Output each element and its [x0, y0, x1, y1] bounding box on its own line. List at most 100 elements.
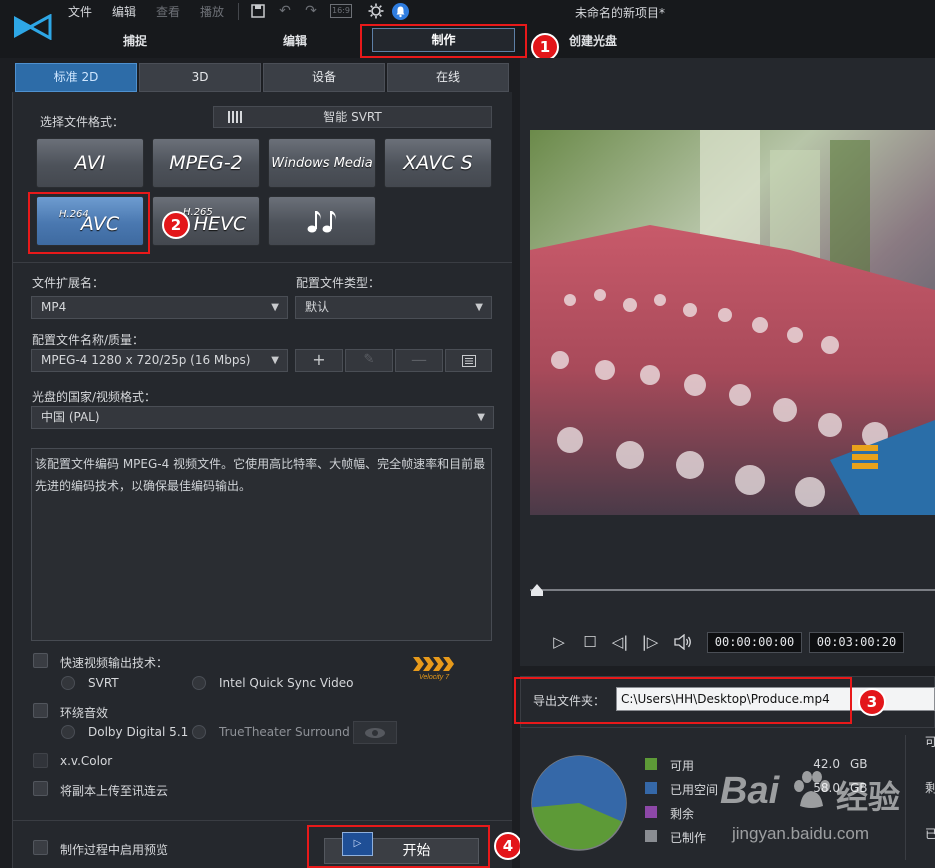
highlight-export-folder — [514, 677, 852, 724]
disk-right-label-1: 可 — [925, 735, 935, 749]
svrt-film-icon — [228, 111, 244, 123]
legend-swatch-available — [645, 758, 657, 770]
profile-quality-value: MPEG-4 1280 x 720/25p (16 Mbps) — [41, 353, 251, 367]
surround-checkbox[interactable] — [33, 703, 48, 718]
format-mpeg2-label: MPEG-2 — [169, 152, 243, 174]
section-divider — [12, 262, 512, 263]
profile-type-value: 默认 — [305, 300, 330, 314]
format-xavcs-label: XAVC S — [403, 152, 473, 174]
paw-logo-icon — [794, 771, 830, 808]
watermark-brand: Bai — [720, 770, 780, 812]
stop-icon[interactable]: ☐ — [580, 632, 600, 652]
format-audio-button[interactable] — [268, 196, 376, 246]
watermark-brand-cn: 经验 — [836, 778, 901, 816]
legend-swatch-remaining — [645, 806, 657, 818]
highlight-start-button — [307, 825, 490, 868]
tab-edit[interactable]: 编辑 — [265, 32, 325, 49]
baidu-watermark: Bai 经验 jingyan.baidu.com — [720, 762, 935, 868]
surround-label: 环绕音效 — [60, 706, 109, 720]
dropdown-arrow-icon: ▼ — [271, 302, 279, 313]
profile-quality-select[interactable]: MPEG-4 1280 x 720/25p (16 Mbps) ▼ — [31, 349, 288, 372]
velocity-logo-icon: Velocity 7 — [413, 657, 454, 681]
format-mpeg2-button[interactable]: MPEG-2 — [152, 138, 260, 188]
total-timecode: 00:03:00:20 — [809, 632, 904, 653]
edit-profile-pencil-icon[interactable]: ✎ — [345, 349, 393, 372]
current-timecode: 00:00:00:00 — [707, 632, 802, 653]
prev-frame-icon[interactable]: ◁| — [610, 632, 630, 652]
disc-country-value: 中国 (PAL) — [41, 410, 100, 424]
tab-online[interactable]: 在线 — [387, 63, 509, 92]
format-xavcs-button[interactable]: XAVC S — [384, 138, 492, 188]
fast-render-label: 快速视频输出技术： — [60, 656, 169, 670]
timeline-track[interactable] — [530, 589, 935, 591]
tab-standard-2d[interactable]: 标准 2D — [15, 63, 137, 92]
add-profile-plus-icon[interactable]: + — [295, 349, 343, 372]
disc-country-select[interactable]: 中国 (PAL) ▼ — [31, 406, 494, 429]
upload-cloud-checkbox[interactable] — [33, 781, 48, 796]
legend-remaining-label: 剩余 — [670, 807, 695, 821]
enable-preview-label: 制作过程中启用预览 — [60, 843, 169, 857]
step-badge-3: 3 — [858, 688, 886, 716]
play-icon[interactable]: ▷ — [549, 632, 569, 652]
xvcolor-checkbox[interactable] — [33, 753, 48, 768]
legend-available-label: 可用 — [670, 759, 695, 773]
file-extension-select[interactable]: MP4 ▼ — [31, 296, 288, 319]
legend-swatch-used — [645, 782, 657, 794]
format-avi-button[interactable]: AVI — [36, 138, 144, 188]
format-wmv-button[interactable]: Windows Media — [268, 138, 376, 188]
upload-cloud-label: 将副本上传至讯连云 — [60, 784, 169, 798]
file-extension-label: 文件扩展名： — [32, 276, 105, 290]
volume-icon[interactable] — [673, 632, 693, 652]
format-avi-label: AVI — [74, 152, 106, 174]
profile-description: 该配置文件编码 MPEG-4 视频文件。它使用高比特率、大帧幅、完全帧速率和目前… — [31, 448, 492, 641]
surround-settings-button[interactable] — [353, 721, 397, 744]
intel-qsv-radio[interactable] — [192, 676, 206, 690]
tab-create-disc[interactable]: 创建光盘 — [568, 32, 618, 49]
velocity-label: Velocity 7 — [419, 674, 450, 681]
intel-qsv-label: Intel Quick Sync Video — [219, 676, 354, 690]
video-preview-image — [530, 130, 935, 515]
music-notes-icon — [307, 211, 336, 233]
legend-produced-label: 已制作 — [670, 831, 707, 845]
tab-3d[interactable]: 3D — [139, 63, 261, 92]
file-extension-value: MP4 — [41, 300, 67, 314]
profile-type-select[interactable]: 默认 ▼ — [295, 296, 492, 319]
disk-usage-pie-chart — [531, 755, 627, 851]
format-select-label: 选择文件格式： — [40, 115, 125, 129]
step-badge-4: 4 — [494, 832, 522, 860]
highlight-avc-button — [28, 192, 150, 254]
highlight-produce-tab — [360, 24, 527, 58]
xvcolor-label: x.v.Color — [60, 754, 113, 768]
remove-profile-minus-icon[interactable]: — — [395, 349, 443, 372]
truetheater-radio[interactable] — [192, 725, 206, 739]
truetheater-label: TrueTheater Surround — [219, 725, 350, 739]
bottom-divider — [12, 820, 512, 821]
svrt-radio[interactable] — [61, 676, 75, 690]
project-title: 未命名的新项目* — [574, 6, 665, 20]
step-badge-1: 1 — [531, 33, 559, 61]
dolby-label: Dolby Digital 5.1 — [88, 725, 189, 739]
disc-country-label: 光盘的国家/视频格式： — [32, 390, 157, 404]
smart-svrt-button[interactable]: 智能 SVRT — [213, 106, 492, 128]
legend-used-label: 已用空间 — [670, 783, 719, 797]
smart-svrt-label: 智能 SVRT — [323, 110, 382, 124]
dropdown-arrow-icon: ▼ — [271, 355, 279, 366]
profile-list-icon[interactable] — [445, 349, 492, 372]
profile-quality-label: 配置文件名称/质量： — [32, 333, 145, 347]
eye-icon — [365, 728, 385, 738]
enable-preview-checkbox[interactable] — [33, 840, 48, 855]
step-badge-2: 2 — [162, 211, 190, 239]
tab-device[interactable]: 设备 — [263, 63, 385, 92]
timeline-scrubber[interactable] — [531, 584, 543, 596]
tab-capture[interactable]: 捕捉 — [105, 32, 165, 49]
legend-swatch-produced — [645, 830, 657, 842]
format-wmv-label: Windows Media — [271, 155, 373, 171]
dolby-radio[interactable] — [61, 725, 75, 739]
dropdown-arrow-icon: ▼ — [477, 412, 485, 423]
watermark-url: jingyan.baidu.com — [732, 824, 870, 843]
next-frame-icon[interactable]: |▷ — [640, 632, 660, 652]
profile-type-label: 配置文件类型： — [296, 276, 381, 290]
dropdown-arrow-icon: ▼ — [475, 302, 483, 313]
svrt-label: SVRT — [88, 676, 119, 690]
fast-render-checkbox[interactable] — [33, 653, 48, 668]
